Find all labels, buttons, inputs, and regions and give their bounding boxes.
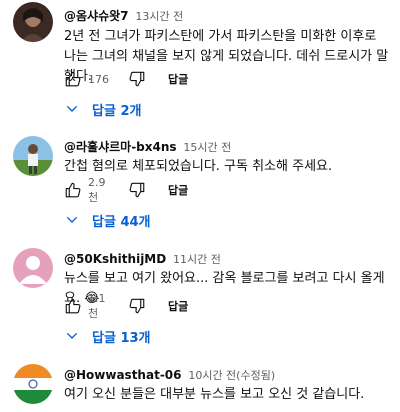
comment-author[interactable]: @옴샤슈왓7 xyxy=(64,9,129,23)
replies-label: 답글 13개 xyxy=(92,330,151,346)
comment-actions: 2.9천 답글 xyxy=(64,175,188,204)
thumbs-down-icon[interactable] xyxy=(128,181,146,199)
thumbs-up-icon[interactable] xyxy=(64,297,82,315)
comment-time[interactable]: 11시간 전 xyxy=(173,253,221,266)
avatar[interactable] xyxy=(13,2,53,42)
comment-author[interactable]: @Howwasthat-06 xyxy=(64,368,182,382)
thumbs-down-icon[interactable] xyxy=(128,297,146,315)
avatar[interactable] xyxy=(13,136,53,176)
replies-label: 답글 44개 xyxy=(92,214,151,230)
chevron-down-icon xyxy=(66,216,78,223)
replies-label: 답글 2개 xyxy=(92,103,142,119)
avatar[interactable] xyxy=(13,364,53,404)
avatar[interactable] xyxy=(13,248,53,288)
like-count: 1.1천 xyxy=(88,291,106,320)
thumbs-up-icon[interactable] xyxy=(64,70,82,88)
comment-time[interactable]: 10시간 전(수정됨) xyxy=(188,369,275,382)
comment-time[interactable]: 15시간 전 xyxy=(183,141,231,154)
default-avatar-icon xyxy=(13,248,53,288)
user-photo-icon xyxy=(13,2,53,42)
comment-actions: 1.1천 답글 xyxy=(64,291,188,320)
comment-author[interactable]: @라훌샤르마-bx4ns xyxy=(64,140,177,154)
view-replies-button[interactable]: 답글 44개 xyxy=(64,208,151,232)
thumbs-down-icon[interactable] xyxy=(128,70,146,88)
chevron-down-icon xyxy=(66,332,78,339)
chevron-down-icon xyxy=(66,105,78,112)
thumbs-up-icon[interactable] xyxy=(64,181,82,199)
comment-text: 간첩 혐의로 체포되었습니다. 구독 취소해 주세요. xyxy=(64,159,333,174)
reply-button[interactable]: 답글 xyxy=(168,182,188,198)
reply-button[interactable]: 답글 xyxy=(168,71,188,87)
view-replies-button[interactable]: 답글 13개 xyxy=(64,324,151,348)
like-count: 2.9천 xyxy=(88,175,106,204)
like-count: 176 xyxy=(88,72,109,86)
comment-time[interactable]: 13시간 전 xyxy=(135,10,183,23)
reply-button[interactable]: 답글 xyxy=(168,298,188,314)
comment-actions: 176 답글 xyxy=(64,67,188,91)
comment-text: 여기 오신 분들은 대부분 뉴스를 보고 오신 것 같습니다. xyxy=(64,387,365,402)
user-photo-icon xyxy=(13,136,53,176)
india-flag-icon xyxy=(13,364,53,404)
comment-author[interactable]: @50KshithijMD xyxy=(64,252,166,266)
view-replies-button[interactable]: 답글 2개 xyxy=(64,97,141,121)
